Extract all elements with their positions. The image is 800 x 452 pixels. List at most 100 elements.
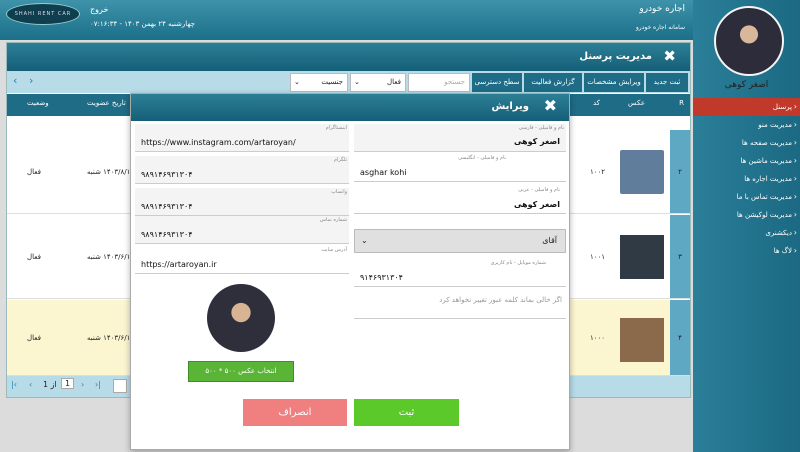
- edit-dialog: ویرایش ✖ نام و فامیلی - فارسی اصغر کوهی …: [130, 93, 570, 450]
- next-page-icon[interactable]: ›: [81, 380, 84, 389]
- close-icon[interactable]: ✖: [663, 47, 676, 65]
- dialog-header: ویرایش ✖: [131, 94, 569, 121]
- chevron-left-icon: ‹: [793, 156, 797, 165]
- sidebar-item-label: مدیریت منو: [758, 121, 792, 129]
- panel-title: مدیریت پرسنل: [579, 51, 652, 62]
- arrow-left-icon[interactable]: ‹: [13, 74, 17, 87]
- field-label: شماره تماس: [319, 217, 347, 223]
- row-status: فعال: [27, 334, 41, 342]
- sidebar-item-logs[interactable]: ‹ لاگ ها: [693, 242, 800, 260]
- sidebar-item-rentals[interactable]: ‹ مدیریت اجاره ها: [693, 170, 800, 188]
- sidebar-item-menu[interactable]: ‹ مدیریت منو: [693, 116, 800, 134]
- sidebar-item-label: دیکشنری: [765, 229, 792, 237]
- row-number: ۴: [670, 300, 690, 375]
- field-label: واتساپ: [331, 189, 347, 195]
- logout-link[interactable]: خروج: [90, 5, 108, 14]
- status-select[interactable]: فعال ⌄: [350, 73, 406, 92]
- password-field[interactable]: اگر خالی بماند کلمه عبور تغییر نخواهد کر…: [354, 289, 566, 319]
- sidebar-item-label: لاگ ها: [773, 247, 792, 255]
- field-label: نام و فامیلی - فارسی: [518, 125, 564, 131]
- gender-select[interactable]: جنسیت ⌄: [290, 73, 348, 92]
- col-photo: عکس: [628, 99, 645, 107]
- chevron-down-icon: ⌄: [354, 78, 360, 86]
- gender-select-value: جنسیت: [321, 78, 343, 86]
- search-input[interactable]: جستجو: [408, 73, 470, 92]
- col-row: R: [679, 99, 684, 107]
- prev-page-icon[interactable]: ‹: [29, 380, 32, 389]
- chevron-left-icon: ‹: [793, 246, 797, 255]
- row-code: ۱۰۰۱: [589, 253, 605, 261]
- col-code: کد: [592, 99, 600, 107]
- chevron-down-icon: ⌄: [361, 236, 368, 245]
- name-ar-field[interactable]: نام و فامیلی - عربی اصغر کوهی: [354, 186, 566, 214]
- sidebar-item-label: پرسنل: [772, 103, 792, 111]
- name-en-field[interactable]: نام و فامیلی - انگلیسی asghar kohi: [354, 154, 566, 182]
- page-input[interactable]: 1: [61, 378, 75, 389]
- sidebar-nav: ‹ پرسنل ‹ مدیریت منو ‹ مدیریت صفحه ها ‹ مدیر…: [693, 98, 800, 260]
- logo: SHAHI RENT CAR: [6, 3, 80, 25]
- chevron-left-icon: ‹: [793, 192, 797, 201]
- row-status: فعال: [27, 168, 41, 176]
- chevron-left-icon: ‹: [793, 120, 797, 129]
- field-label: نام و فامیلی - عربی: [518, 187, 560, 193]
- row-photo: [620, 318, 664, 362]
- person-placeholder-icon: [620, 150, 664, 194]
- whatsapp-field[interactable]: واتساپ ۹۸۹۱۴۶۹۳۱۳۰۴: [135, 188, 349, 216]
- mobile-field[interactable]: شماره موبایل - نام کاربری ۹۱۴۶۹۳۱۳۰۴: [354, 259, 566, 287]
- field-label: آدرس سایت: [321, 247, 347, 253]
- field-value: اصغر کوهی: [513, 137, 560, 146]
- submit-button[interactable]: ثبت: [354, 399, 459, 426]
- edit-specs-button[interactable]: ویرایش مشخصات: [584, 73, 644, 92]
- sidebar-item-dictionary[interactable]: ‹ دیکشنری: [693, 224, 800, 242]
- new-button[interactable]: ثبت جدید: [646, 73, 688, 92]
- chevron-left-icon: ‹: [793, 102, 797, 111]
- website-field[interactable]: آدرس سایت https://artaroyan.ir: [135, 246, 349, 274]
- page-size-select[interactable]: [113, 379, 127, 393]
- sidebar-item-label: مدیریت لوکیشن ها: [736, 211, 792, 219]
- sidebar-item-cars[interactable]: ‹ مدیریت ماشین ها: [693, 152, 800, 170]
- telegram-field[interactable]: تلگرام ۹۸۹۱۴۶۹۳۱۳۰۴: [135, 156, 349, 184]
- sidebar-item-label: مدیریت تماس با ما: [736, 193, 792, 201]
- row-date: ۱۴۰۳/۶/۱۶ شنبه: [87, 253, 135, 261]
- dialog-title: ویرایش: [491, 101, 529, 112]
- first-page-icon[interactable]: |‹: [11, 380, 17, 389]
- name-fa-field[interactable]: نام و فامیلی - فارسی اصغر کوهی: [354, 124, 566, 152]
- sidebar-item-locations[interactable]: ‹ مدیریت لوکیشن ها: [693, 206, 800, 224]
- sidebar-item-label: مدیریت ماشین ها: [740, 157, 792, 165]
- sidebar-item-pages[interactable]: ‹ مدیریت صفحه ها: [693, 134, 800, 152]
- row-code: ۱۰۰۲: [589, 168, 605, 176]
- chevron-left-icon: ‹: [793, 228, 797, 237]
- last-page-icon[interactable]: ›|: [95, 380, 101, 389]
- field-label: اینستاگرام: [325, 125, 347, 131]
- field-value: اصغر کوهی: [513, 200, 560, 209]
- col-status: وضعیت: [27, 99, 49, 107]
- chevron-down-icon: ⌄: [294, 78, 300, 86]
- row-number: ۲: [670, 130, 690, 213]
- field-value: asghar kohi: [360, 168, 407, 177]
- avatar: [714, 6, 784, 76]
- datetime: چهارشنبه ۲۴ بهمن ۱۴۰۳ - ۰۷:۱۶:۳۴: [90, 20, 195, 28]
- row-date: ۱۴۰۳/۸/۱۳ شنبه: [87, 168, 135, 176]
- cancel-button[interactable]: انصراف: [243, 399, 347, 426]
- close-icon[interactable]: ✖: [544, 96, 557, 115]
- pick-photo-button[interactable]: انتخاب عکس ۵۰۰ * ۵۰۰: [188, 361, 294, 382]
- field-value: https://www.instagram.com/artaroyan/: [141, 138, 296, 147]
- activity-report-button[interactable]: گزارش فعالیت: [524, 73, 582, 92]
- phone-field[interactable]: شماره تماس ۹۸۹۱۴۶۹۳۱۳۰۴: [135, 216, 349, 244]
- chevron-left-icon: ‹: [793, 174, 797, 183]
- app-subtitle: سامانه اجاره خودرو: [635, 24, 685, 31]
- sidebar-item-label: مدیریت صفحه ها: [741, 139, 792, 147]
- sidebar-item-personnel[interactable]: ‹ پرسنل: [693, 98, 800, 116]
- sidebar-item-contact[interactable]: ‹ مدیریت تماس با ما: [693, 188, 800, 206]
- row-date: ۱۴۰۳/۶/۱۶ شنبه: [87, 334, 135, 342]
- instagram-field[interactable]: اینستاگرام https://www.instagram.com/art…: [135, 124, 349, 152]
- top-bar: SHAHI RENT CAR اجاره خودرو سامانه اجاره …: [0, 0, 693, 40]
- access-level-button[interactable]: سطح دسترسی: [472, 73, 522, 92]
- title-select[interactable]: آقای ⌄: [354, 229, 566, 253]
- panel-header: مدیریت پرسنل ✖: [7, 43, 690, 71]
- row-code: ۱۰۰۰: [589, 334, 605, 342]
- status-select-value: فعال: [387, 78, 401, 86]
- toolbar: ثبت جدید ویرایش مشخصات گزارش فعالیت سطح …: [7, 71, 690, 93]
- sidebar-item-label: مدیریت اجاره ها: [744, 175, 792, 183]
- arrow-right-icon[interactable]: ›: [29, 74, 33, 87]
